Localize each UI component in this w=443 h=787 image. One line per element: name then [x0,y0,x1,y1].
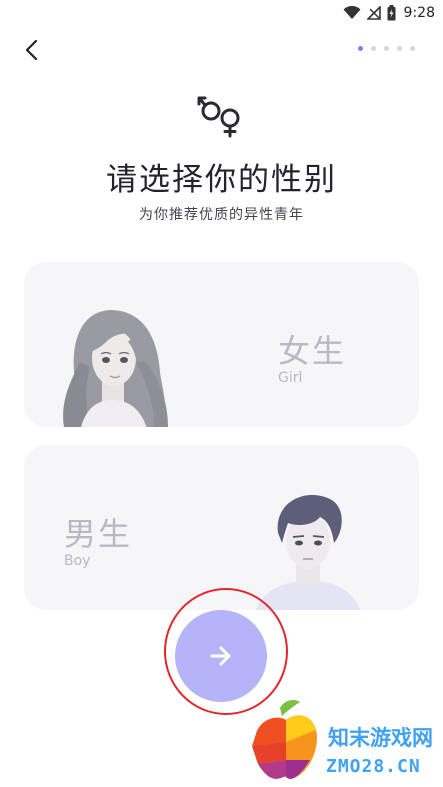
back-button[interactable] [18,36,46,64]
watermark: 知末游戏网 ZMO28.CN [246,698,441,784]
status-bar: 9:28 [0,0,443,26]
female-option-label: 女生 [278,332,347,370]
female-option-sublabel: Girl [278,370,303,386]
step-dot [371,46,376,51]
step-dot [384,46,389,51]
step-dot [410,46,415,51]
step-indicator [358,46,415,51]
female-option-card[interactable]: 女生 Girl [24,262,419,427]
watermark-text-en: ZMO28.CN [326,756,421,777]
next-button[interactable] [175,610,267,702]
step-dot [397,46,402,51]
male-option-sublabel: Boy [64,553,91,569]
apple-logo-icon [252,700,317,779]
step-dot-active [358,46,363,51]
arrow-right-icon [210,646,231,666]
watermark-text-cn: 知末游戏网 [328,726,433,750]
male-option-label: 男生 [64,515,133,553]
boy-avatar-illustration [255,494,361,610]
page-title: 请选择你的性别 [106,162,337,198]
wifi-icon [343,6,361,19]
status-time: 9:28 [403,5,435,21]
chevron-left-icon [25,39,38,61]
signal-icon [366,6,381,20]
page-subtitle: 为你推荐优质的异性青年 [139,207,304,223]
male-option-card[interactable]: 男生 Boy [24,445,419,610]
girl-avatar-illustration [63,310,168,427]
battery-icon [387,5,396,21]
status-icons: 9:28 [343,4,435,22]
gender-symbols-icon [197,96,240,138]
